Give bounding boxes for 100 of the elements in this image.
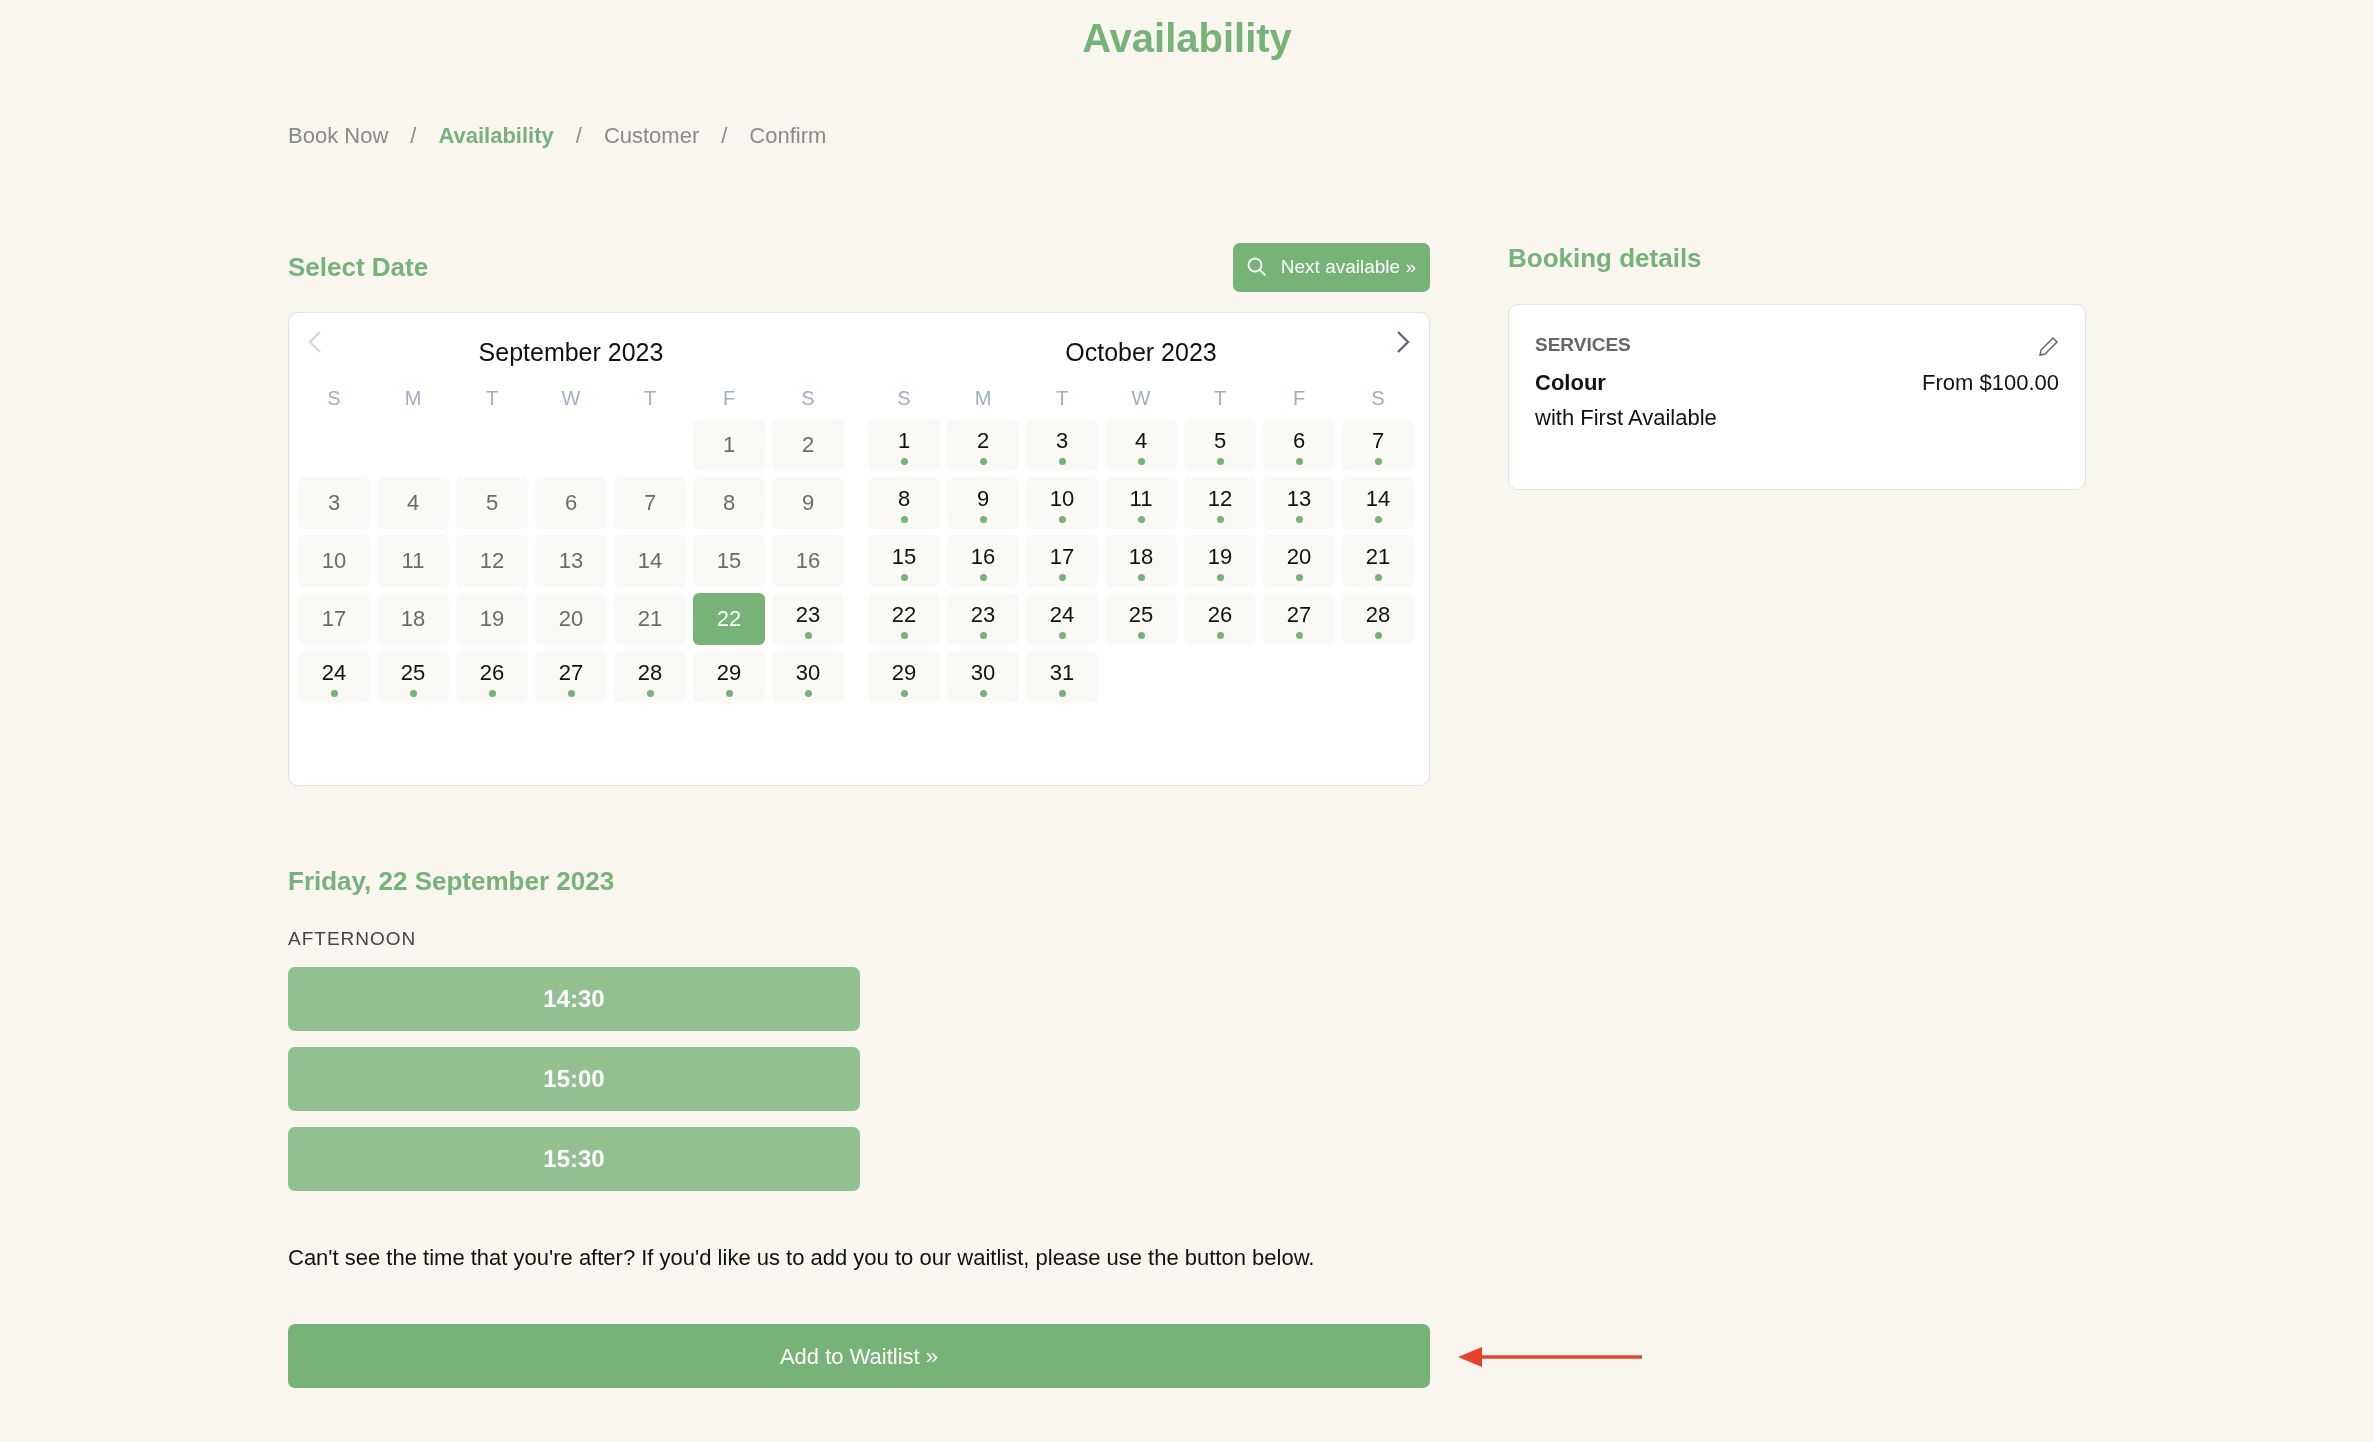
calendar-day[interactable]: 27: [535, 650, 607, 703]
weekday-label: S: [800, 385, 816, 411]
weekday-label: T: [1212, 385, 1228, 411]
availability-dot: [900, 516, 908, 523]
calendar-day[interactable]: 6: [535, 476, 607, 529]
calendar-day[interactable]: 30: [947, 650, 1019, 703]
calendar-day[interactable]: 9: [772, 476, 844, 529]
availability-dot: [1374, 632, 1382, 639]
calendar-day[interactable]: 25: [1105, 592, 1177, 645]
calendar-day[interactable]: 20: [535, 592, 607, 645]
availability-dot: [900, 458, 908, 465]
calendar-day[interactable]: 19: [456, 592, 528, 645]
calendar-day[interactable]: 11: [1105, 476, 1177, 529]
availability-dot: [979, 690, 987, 697]
availability-dot: [1058, 690, 1066, 697]
calendar-day[interactable]: 4: [377, 476, 449, 529]
breadcrumb-separator: /: [721, 122, 728, 150]
calendar-day[interactable]: 21: [1342, 534, 1414, 587]
calendar-day[interactable]: 23: [772, 592, 844, 645]
availability-dot: [1216, 574, 1224, 581]
calendar-day[interactable]: 4: [1105, 418, 1177, 471]
calendar-day[interactable]: 21: [614, 592, 686, 645]
availability-dot: [1216, 632, 1224, 639]
calendar-day[interactable]: 10: [298, 534, 370, 587]
availability-dot: [1374, 574, 1382, 581]
calendar-day[interactable]: 3: [1026, 418, 1098, 471]
search-icon: [1246, 257, 1267, 278]
weekday-label: S: [326, 385, 342, 411]
availability-dot: [1058, 632, 1066, 639]
calendar-day[interactable]: 9: [947, 476, 1019, 529]
calendar-day[interactable]: 27: [1263, 592, 1335, 645]
calendar-day[interactable]: 29: [693, 650, 765, 703]
availability-dot: [804, 632, 812, 639]
calendar-day[interactable]: 5: [456, 476, 528, 529]
calendar-day[interactable]: 13: [535, 534, 607, 587]
calendar-day[interactable]: 28: [1342, 592, 1414, 645]
calendar-day[interactable]: 18: [1105, 534, 1177, 587]
calendar-day[interactable]: 3: [298, 476, 370, 529]
calendar-day[interactable]: 17: [298, 592, 370, 645]
calendar-day[interactable]: 13: [1263, 476, 1335, 529]
calendar-day[interactable]: 2: [772, 418, 844, 471]
availability-dot: [1295, 574, 1303, 581]
availability-dot: [979, 632, 987, 639]
calendar-day[interactable]: 5: [1184, 418, 1256, 471]
availability-dot: [488, 690, 496, 697]
calendar-day[interactable]: 1: [868, 418, 940, 471]
availability-dot: [804, 690, 812, 697]
availability-dot: [1137, 574, 1145, 581]
calendar-day[interactable]: 16: [947, 534, 1019, 587]
weekday-label: M: [403, 385, 423, 411]
weekday-label: W: [560, 385, 582, 411]
calendar-day[interactable]: 14: [1342, 476, 1414, 529]
availability-dot: [979, 516, 987, 523]
availability-dot: [1216, 458, 1224, 465]
chevron-left-icon: [307, 328, 323, 355]
calendar-day[interactable]: 6: [1263, 418, 1335, 471]
calendar-day[interactable]: 16: [772, 534, 844, 587]
calendar-day[interactable]: 19: [1184, 534, 1256, 587]
calendar-day[interactable]: 15: [693, 534, 765, 587]
calendar-day[interactable]: 12: [456, 534, 528, 587]
staff-text: with First Available: [1535, 404, 1718, 433]
calendar-day[interactable]: 29: [868, 650, 940, 703]
calendar-day[interactable]: 8: [868, 476, 940, 529]
calendar-day[interactable]: 7: [1342, 418, 1414, 471]
calendar-day[interactable]: 22: [868, 592, 940, 645]
calendar-day[interactable]: 12: [1184, 476, 1256, 529]
service-price: From $100.00: [1922, 369, 2059, 398]
breadcrumb-separator: /: [575, 122, 582, 150]
weekday-label: T: [1054, 385, 1070, 411]
chevron-right-icon: [1395, 328, 1411, 355]
calendar-day[interactable]: 24: [1026, 592, 1098, 645]
calendar-day[interactable]: 8: [693, 476, 765, 529]
weekday-label: F: [1291, 385, 1307, 411]
weekday-label: S: [896, 385, 912, 411]
calendar-day[interactable]: 17: [1026, 534, 1098, 587]
calendar-day[interactable]: 7: [614, 476, 686, 529]
calendar-day[interactable]: 28: [614, 650, 686, 703]
pencil-icon[interactable]: [2037, 336, 2059, 359]
calendar-day[interactable]: 15: [868, 534, 940, 587]
calendar-day[interactable]: 10: [1026, 476, 1098, 529]
availability-dot: [979, 458, 987, 465]
availability-dot: [1295, 516, 1303, 523]
calendar-day[interactable]: 30: [772, 650, 844, 703]
calendar-day[interactable]: 2: [947, 418, 1019, 471]
calendar-day[interactable]: 11: [377, 534, 449, 587]
calendar-day[interactable]: 31: [1026, 650, 1098, 703]
calendar-day[interactable]: 25: [377, 650, 449, 703]
calendar-day[interactable]: 24: [298, 650, 370, 703]
calendar-day[interactable]: 26: [1184, 592, 1256, 645]
availability-dot: [1137, 632, 1145, 639]
availability-dot: [1058, 516, 1066, 523]
calendar-day[interactable]: 23: [947, 592, 1019, 645]
calendar-day[interactable]: 18: [377, 592, 449, 645]
availability-dot: [1058, 574, 1066, 581]
calendar-day[interactable]: 14: [614, 534, 686, 587]
calendar-day[interactable]: 20: [1263, 534, 1335, 587]
calendar-day[interactable]: 1: [693, 418, 765, 471]
breadcrumb-separator: /: [410, 122, 417, 150]
calendar-day[interactable]: 26: [456, 650, 528, 703]
availability-dot: [1216, 516, 1224, 523]
